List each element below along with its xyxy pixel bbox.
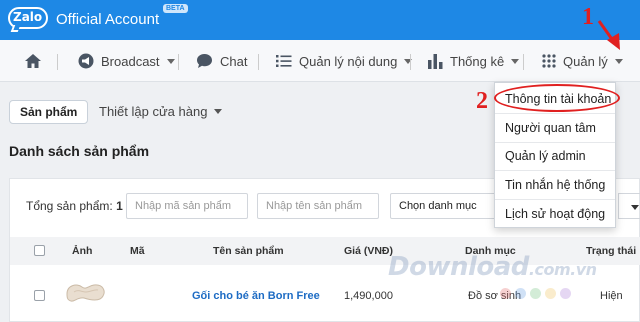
menu-item-admin-management[interactable]: Quản lý admin (505, 149, 586, 163)
annotation-highlight-oval (494, 84, 620, 112)
watermark-suffix: .com.vn (528, 260, 597, 279)
menu-divider (495, 142, 615, 143)
column-header-name: Tên sản phẩm (213, 245, 284, 257)
nav-broadcast[interactable]: Broadcast (78, 40, 175, 82)
menu-divider (495, 113, 615, 114)
nav-divider (258, 54, 259, 70)
download-watermark: Download.com.vn (388, 252, 597, 282)
nav-content-label: Quản lý nội dung (299, 53, 398, 69)
brand-name: Official Account (56, 11, 160, 28)
column-header-price: Giá (VNĐ) (344, 245, 394, 257)
annotation-step-2: 2 (476, 88, 488, 114)
main-nav: Broadcast Chat Quản lý nội dung Thống kê (0, 40, 640, 82)
logo-text: Zalo (13, 10, 43, 24)
home-icon (25, 54, 41, 68)
menu-divider (495, 199, 615, 200)
nav-chat-label: Chat (220, 53, 248, 69)
nav-divider (523, 54, 524, 70)
select-all-checkbox[interactable] (34, 245, 45, 256)
annotation-arrow-icon (597, 20, 620, 50)
watermark-dot (560, 288, 571, 299)
category-select[interactable]: Chọn danh mục (390, 193, 500, 219)
chevron-down-icon (214, 109, 223, 114)
product-count-value: 1 (116, 199, 123, 213)
nav-divider (410, 54, 411, 70)
menu-item-system-messages[interactable]: Tin nhắn hệ thống (505, 178, 605, 192)
row-checkbox[interactable] (34, 290, 45, 301)
store-setup-label: Thiết lập cửa hàng (99, 104, 208, 119)
chevron-down-icon (631, 205, 639, 210)
beta-badge: BETA (163, 4, 188, 13)
zalo-logo[interactable]: Zalo (8, 7, 48, 33)
watermark-text: Download (388, 252, 529, 282)
top-bar: Zalo Official Account BETA (0, 0, 640, 40)
chat-bubble-icon (197, 54, 212, 68)
watermark-dots (500, 288, 571, 299)
product-count-label: Tổng sản phẩm: (26, 199, 113, 213)
nav-home[interactable] (24, 40, 42, 82)
megaphone-icon (78, 53, 94, 69)
product-thumbnail (66, 284, 105, 302)
column-header-code: Mã (130, 245, 145, 257)
nav-divider (57, 54, 58, 70)
product-name-link[interactable]: Gối cho bé ăn Born Free (192, 290, 320, 302)
grid-icon (542, 54, 556, 68)
chevron-down-icon (614, 58, 623, 64)
nav-content-management[interactable]: Quản lý nội dung (276, 40, 413, 82)
product-count: Tổng sản phẩm: 1 (26, 199, 123, 213)
logo-tail (10, 25, 21, 32)
menu-item-followers[interactable]: Người quan tâm (505, 121, 596, 135)
chevron-down-icon (166, 58, 175, 64)
nav-management-label: Quản lý (563, 53, 608, 69)
category-select-arrow[interactable] (618, 193, 640, 219)
products-tab-button[interactable]: Sản phẩm (9, 100, 89, 124)
nav-statistics-label: Thống kê (450, 53, 505, 69)
watermark-dot (530, 288, 541, 299)
annotation-step-1: 1 (582, 4, 594, 30)
chevron-down-icon (511, 58, 520, 64)
nav-chat[interactable]: Chat (196, 40, 247, 82)
watermark-dot (545, 288, 556, 299)
watermark-dot (500, 288, 511, 299)
list-icon (276, 55, 292, 67)
chevron-down-icon (404, 58, 413, 64)
bar-chart-icon (428, 54, 443, 69)
watermark-dot (515, 288, 526, 299)
store-setup-dropdown[interactable]: Thiết lập cửa hàng (99, 104, 223, 119)
product-price: 1,490,000 (344, 290, 393, 302)
product-name-input[interactable] (257, 193, 379, 219)
menu-item-activity-history[interactable]: Lịch sử hoạt động (505, 207, 605, 221)
nav-broadcast-label: Broadcast (101, 53, 160, 69)
menu-divider (495, 170, 615, 171)
column-header-image: Ảnh (72, 245, 93, 257)
product-status[interactable]: Hiện (600, 290, 623, 302)
nav-statistics[interactable]: Thống kê (428, 40, 520, 82)
nav-divider (178, 54, 179, 70)
page-title: Danh sách sản phẩm (9, 143, 150, 159)
product-code-input[interactable] (126, 193, 248, 219)
